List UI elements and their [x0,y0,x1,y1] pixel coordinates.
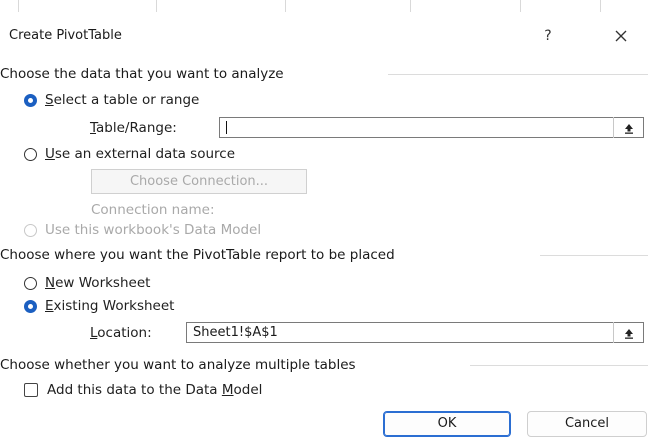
location-value: Sheet1!$A$1 [193,325,278,340]
external-source-label: Use an external data source [45,146,236,162]
section-divider [540,255,648,256]
create-pivottable-dialog: Create PivotTable ? Choose the data that… [0,12,653,439]
add-to-data-model-checkbox[interactable] [24,383,38,397]
choose-connection-button[interactable]: Choose Connection... [91,169,307,194]
help-button[interactable]: ? [536,25,560,47]
multiple-tables-heading: Choose whether you want to analyze multi… [0,357,356,373]
add-to-data-model-option[interactable]: Add this data to the Data Model [24,382,262,398]
dialog-title: Create PivotTable [9,28,122,43]
location-collapse-button[interactable] [613,322,643,343]
select-range-label: Select a table or range [45,92,200,108]
new-worksheet-label: New Worksheet [45,275,151,291]
new-worksheet-option[interactable]: New Worksheet [24,275,150,291]
placement-section-heading: Choose where you want the PivotTable rep… [0,247,395,263]
collapse-dialog-icon [624,123,633,134]
section-divider [470,365,648,366]
close-button[interactable] [608,24,634,48]
external-source-radio[interactable] [24,147,37,161]
section-divider [388,74,648,75]
close-icon [615,30,627,42]
cancel-button[interactable]: Cancel [527,411,647,437]
table-range-input[interactable] [219,117,644,138]
location-input[interactable]: Sheet1!$A$1 [186,322,644,343]
external-source-option[interactable]: Use an external data source [24,146,235,162]
select-range-option[interactable]: Select a table or range [24,92,199,108]
existing-worksheet-option[interactable]: Existing Worksheet [24,298,174,314]
table-range-label: Table/Range: [90,120,177,136]
data-model-source-label: Use this workbook's Data Model [45,222,262,238]
existing-worksheet-label: Existing Worksheet [45,298,175,314]
data-model-source-option[interactable]: Use this workbook's Data Model [24,222,261,238]
select-range-radio[interactable] [24,93,37,107]
existing-worksheet-radio[interactable] [24,299,37,313]
ok-button[interactable]: OK [383,411,511,437]
table-range-collapse-button[interactable] [613,117,643,138]
add-to-data-model-label: Add this data to the Data Model [47,382,263,398]
data-model-source-radio[interactable] [24,223,37,237]
analyze-section-heading: Choose the data that you want to analyze [0,66,284,82]
connection-name-label: Connection name: [91,202,215,218]
location-label: Location: [90,325,152,341]
new-worksheet-radio[interactable] [24,276,37,290]
text-caret [226,121,227,134]
dialog-titlebar: Create PivotTable ? [0,12,653,56]
collapse-dialog-icon [624,328,633,339]
